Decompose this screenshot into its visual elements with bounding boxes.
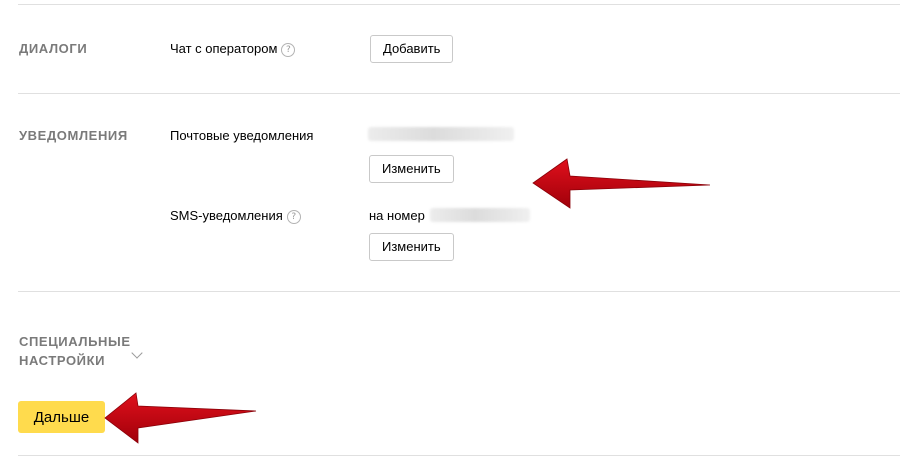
annotation-arrows bbox=[104, 158, 711, 444]
annotation-arrow bbox=[104, 392, 257, 444]
annotation-arrow bbox=[532, 158, 711, 209]
